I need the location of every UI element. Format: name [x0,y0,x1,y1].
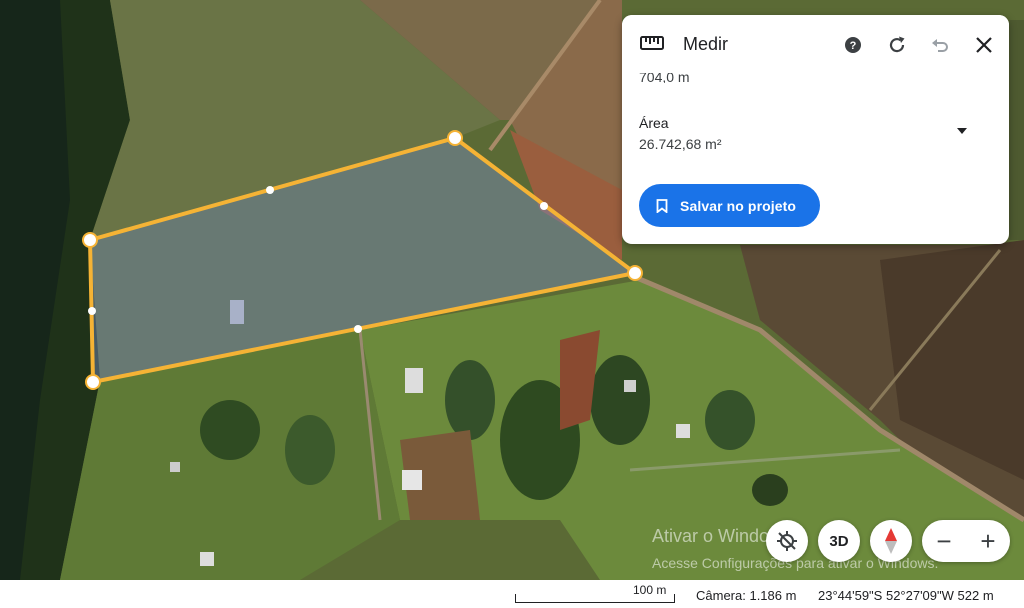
compass-button[interactable] [870,520,912,562]
location-off-icon [777,531,797,551]
satellite-map[interactable]: Ativar o Windows Acesse Configurações pa… [0,0,1024,580]
3d-toggle-button[interactable]: 3D [818,520,860,562]
ruler-icon [640,36,664,50]
area-unit-dropdown[interactable] [952,123,972,139]
undo-icon [932,39,948,52]
help-icon: ? [845,37,861,53]
area-value: 26.742,68 m² [639,136,722,152]
status-bar: 100 m Câmera: 1.186 m 23°44'59"S 52°27'0… [0,580,1024,608]
camera-altitude: Câmera: 1.186 m [696,588,797,603]
coordinates: 23°44'59"S 52°27'09"W 522 m [818,588,994,603]
undo-button[interactable] [927,32,953,58]
save-to-project-button[interactable]: Salvar no projeto [639,184,820,227]
svg-text:?: ? [850,40,857,52]
location-button[interactable] [766,520,808,562]
save-button-label: Salvar no projeto [680,197,797,214]
distance-value-partial: 704,0 m [639,73,690,83]
zoom-controls: − + [922,520,1010,562]
refresh-icon [889,36,905,53]
zoom-in-button[interactable]: + [966,520,1010,562]
help-button[interactable]: ? [840,32,866,58]
caret-down-icon [957,128,967,134]
scale-label: 100 m [633,583,667,597]
measure-panel-header: Medir ? [622,15,1009,73]
close-button[interactable] [971,32,997,58]
measure-panel: 704,0 m Medir ? Área 26.742,68 m² Salvar… [622,15,1009,244]
zoom-out-button[interactable]: − [922,520,966,562]
area-label: Área [639,115,669,131]
reset-button[interactable] [884,32,910,58]
bookmark-icon [656,198,668,213]
compass-icon [885,528,897,554]
close-icon [976,37,992,53]
panel-title: Medir [683,34,729,54]
